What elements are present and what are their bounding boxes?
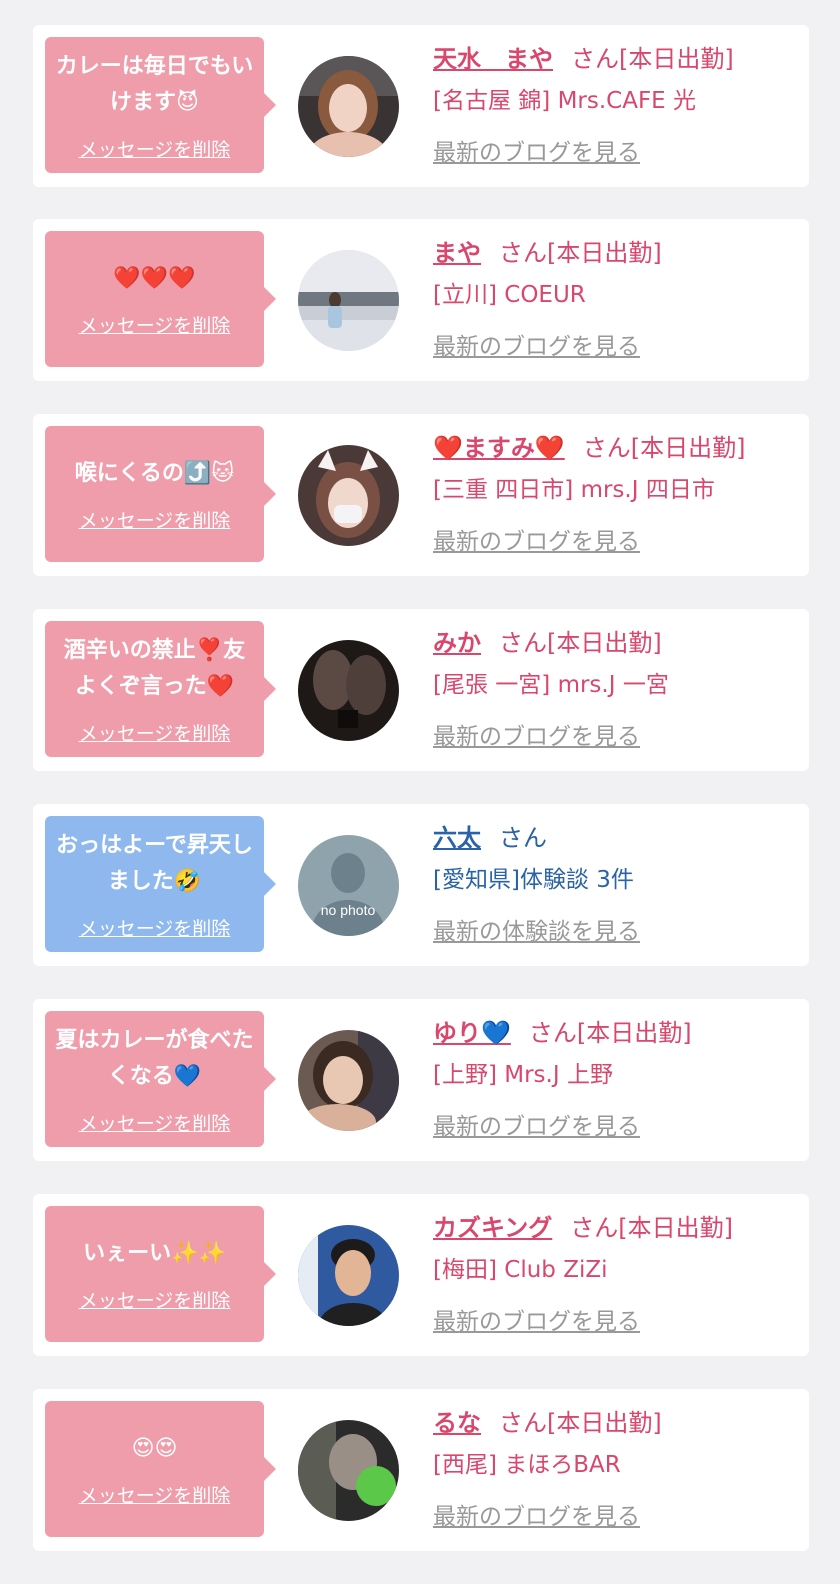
message-text: 夏はカレーが食べたくなる💙 [55,1027,254,1089]
woman-cat-ears-photo [298,445,399,546]
latest-blog-link[interactable]: 最新のブログを見る [433,327,640,361]
cast-status: さん[本日出勤] [499,629,662,657]
message-card: 酒辛いの禁止❣️友よくぞ言った❤️ メッセージを削除 みか さん[本日出勤] [尾… [33,609,809,771]
delete-message-link[interactable]: メッセージを削除 [79,719,231,746]
cast-name-link[interactable]: みか [433,629,481,657]
avatar[interactable] [298,445,399,546]
latest-blog-link[interactable]: 最新のブログを見る [433,1497,640,1531]
reviewer-name-link[interactable]: 六太 [433,824,481,852]
message-bubble: カレーは毎日でもいけます😈 メッセージを削除 [45,37,276,173]
cast-name-link[interactable]: カズキング [433,1214,552,1242]
avatar[interactable] [298,250,399,351]
message-card: ❤️❤️❤️ メッセージを削除 まや さん[本日出勤] [立川] COEUR 最新… [33,219,809,381]
cast-status: さん[本日出勤] [571,45,734,73]
woman-smiling-photo [298,1030,399,1131]
latest-blog-link[interactable]: 最新のブログを見る [433,1302,640,1336]
message-text: おっはよーで昇天しました🤣 [56,832,253,894]
delete-message-link[interactable]: メッセージを削除 [79,914,231,941]
message-bubble: ❤️❤️❤️ メッセージを削除 [45,231,276,367]
latest-review-link[interactable]: 最新の体験談を見る [433,912,640,946]
message-text: ❤️❤️❤️ [113,265,196,291]
delete-message-link[interactable]: メッセージを削除 [79,135,231,162]
message-card: カレーは毎日でもいけます😈 メッセージを削除 天水 まや さん[本日出勤] [名古… [33,25,809,187]
avatar[interactable] [298,56,399,157]
message-card: 喉にくるの⤴️🐱 メッセージを削除 ❤️ますみ❤️ さん[本日出勤] [三重 四日… [33,414,809,576]
delete-message-link[interactable]: メッセージを削除 [79,1286,231,1313]
cast-status: さん[本日出勤] [499,239,662,267]
cast-name-link[interactable]: ゆり💙 [433,1019,511,1047]
latest-blog-link[interactable]: 最新のブログを見る [433,133,640,167]
shop-name: [立川] COEUR [433,282,586,308]
no-photo-placeholder: no photo [298,835,399,936]
avatar[interactable] [298,640,399,741]
latest-blog-link[interactable]: 最新のブログを見る [433,717,640,751]
message-bubble: おっはよーで昇天しました🤣 メッセージを削除 [45,816,276,952]
avatar[interactable]: no photo [298,835,399,936]
shop-name: [名古屋 錦] Mrs.CAFE 光 [433,88,697,114]
message-text: 酒辛いの禁止❣️友よくぞ言った❤️ [63,637,246,699]
message-bubble: 夏はカレーが食べたくなる💙 メッセージを削除 [45,1011,276,1147]
avatar[interactable] [298,1225,399,1326]
woman-seaside-photo [298,250,399,351]
no-photo-label: no photo [321,902,376,918]
avatar[interactable] [298,1420,399,1521]
message-card: 夏はカレーが食べたくなる💙 メッセージを削除 ゆり💙 さん[本日出勤] [上野] … [33,999,809,1161]
delete-message-link[interactable]: メッセージを削除 [79,506,231,533]
delete-message-link[interactable]: メッセージを削除 [79,1109,231,1136]
woman-selfie-photo [298,56,399,157]
review-count: [愛知県]体験談 3件 [433,867,634,893]
delete-message-link[interactable]: メッセージを削除 [79,1481,231,1508]
message-card: いぇーい✨✨ メッセージを削除 カズキング さん[本日出勤] [梅田] Club … [33,1194,809,1356]
message-text: いぇーい✨✨ [83,1240,226,1266]
shop-name: [上野] Mrs.J 上野 [433,1062,613,1088]
cast-status: さん[本日出勤] [499,1409,662,1437]
message-card: 😍😍 メッセージを削除 るな さん[本日出勤] [西尾] まほろBAR 最新のブロ… [33,1389,809,1551]
latest-blog-link[interactable]: 最新のブログを見る [433,522,640,556]
reviewer-suffix: さん [499,824,547,852]
latest-blog-link[interactable]: 最新のブログを見る [433,1107,640,1141]
shop-name: [尾張 一宮] mrs.J 一宮 [433,672,669,698]
message-text: 喉にくるの⤴️🐱 [74,460,235,486]
shop-name: [三重 四日市] mrs.J 四日市 [433,477,715,503]
message-bubble: 😍😍 メッセージを削除 [45,1401,276,1537]
shop-name: [梅田] Club ZiZi [433,1257,608,1283]
message-bubble: いぇーい✨✨ メッセージを削除 [45,1206,276,1342]
man-portrait-photo [298,1225,399,1326]
shop-name: [西尾] まほろBAR [433,1452,621,1478]
cast-name-link[interactable]: るな [433,1409,481,1437]
message-list: カレーは毎日でもいけます😈 メッセージを削除 天水 まや さん[本日出勤] [名古… [0,0,840,1584]
message-bubble: 喉にくるの⤴️🐱 メッセージを削除 [45,426,276,562]
woman-mask-photo [298,1420,399,1521]
stockings-legs-photo [298,640,399,741]
avatar[interactable] [298,1030,399,1131]
cast-status: さん[本日出勤] [582,434,746,462]
cast-name-link[interactable]: 天水 まや [433,45,553,73]
cast-name-link[interactable]: まや [433,239,481,267]
message-text: カレーは毎日でもいけます😈 [55,53,254,115]
message-bubble: 酒辛いの禁止❣️友よくぞ言った❤️ メッセージを削除 [45,621,276,757]
cast-status: さん[本日出勤] [570,1214,734,1242]
cast-status: さん[本日出勤] [528,1019,692,1047]
message-card: おっはよーで昇天しました🤣 メッセージを削除 no photo 六太 さん [愛知… [33,804,809,966]
message-text: 😍😍 [131,1435,178,1461]
delete-message-link[interactable]: メッセージを削除 [79,311,231,338]
cast-name-link[interactable]: ❤️ますみ❤️ [433,434,565,462]
